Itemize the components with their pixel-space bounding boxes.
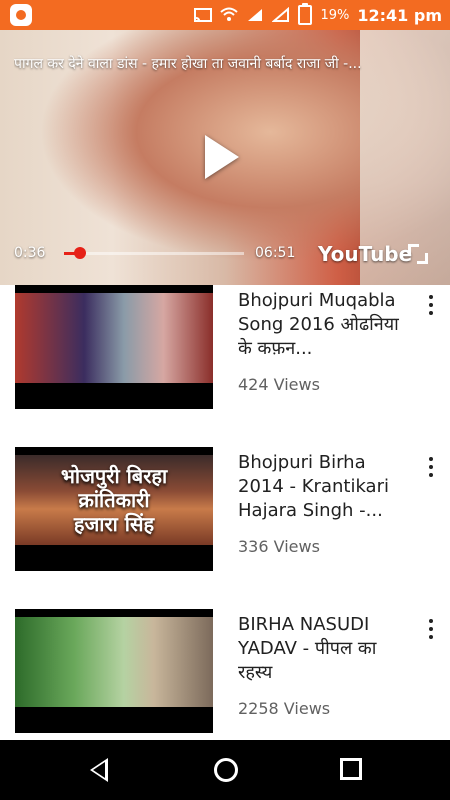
more-options-icon[interactable] bbox=[428, 295, 434, 315]
status-bar: 19% 12:41 pm bbox=[0, 0, 450, 30]
battery-percent: 19% bbox=[320, 7, 350, 23]
cast-icon bbox=[194, 7, 213, 23]
fullscreen-icon[interactable] bbox=[408, 244, 428, 264]
thumbnail-text: क्रांतिकारी bbox=[78, 488, 150, 512]
video-thumbnail[interactable] bbox=[15, 609, 213, 733]
navigation-bar bbox=[0, 740, 450, 800]
seek-thumb[interactable] bbox=[73, 247, 86, 259]
thumbnail-image bbox=[15, 617, 213, 707]
thumbnail-text: भोजपुरी बिरहा bbox=[60, 464, 168, 488]
video-player[interactable]: पागल कर देने वाला डांस - हमार होखा ता जव… bbox=[0, 30, 450, 285]
video-item-title[interactable]: Bhojpuri Birha 2014 - Krantikari Hajara … bbox=[238, 451, 416, 523]
status-time: 12:41 pm bbox=[357, 5, 442, 25]
list-item[interactable]: Bhojpuri Muqabla Song 2016 ओढनिया के कफ़… bbox=[0, 285, 450, 447]
video-meta: Bhojpuri Birha 2014 - Krantikari Hajara … bbox=[238, 451, 416, 556]
seek-bar[interactable] bbox=[64, 247, 244, 259]
thumbnail-image: भोजपुरी बिरहा क्रांतिकारी हजारा सिंह bbox=[15, 455, 213, 545]
duration: 06:51 bbox=[255, 245, 296, 261]
video-meta: Bhojpuri Muqabla Song 2016 ओढनिया के कफ़… bbox=[238, 289, 416, 394]
home-icon[interactable] bbox=[214, 758, 238, 782]
play-icon[interactable] bbox=[205, 135, 239, 179]
wifi-icon bbox=[220, 7, 239, 23]
video-item-title[interactable]: Bhojpuri Muqabla Song 2016 ओढनिया के कफ़… bbox=[238, 289, 416, 361]
video-list: Bhojpuri Muqabla Song 2016 ओढनिया के कफ़… bbox=[0, 285, 450, 771]
video-title: पागल कर देने वाला डांस - हमार होखा ता जव… bbox=[14, 56, 362, 72]
video-thumbnail[interactable]: भोजपुरी बिरहा क्रांतिकारी हजारा सिंह bbox=[15, 447, 213, 571]
recents-icon[interactable] bbox=[340, 758, 362, 780]
signal-empty-icon bbox=[271, 6, 290, 23]
thumbnail-image bbox=[15, 293, 213, 383]
video-views: 424 Views bbox=[238, 374, 320, 394]
more-options-icon[interactable] bbox=[428, 619, 434, 639]
video-views: 336 Views bbox=[238, 536, 320, 556]
list-item[interactable]: भोजपुरी बिरहा क्रांतिकारी हजारा सिंह Bho… bbox=[0, 447, 450, 609]
video-item-title[interactable]: BIRHA NASUDI YADAV - पीपल का रहस्य bbox=[238, 613, 416, 685]
video-views: 2258 Views bbox=[238, 698, 331, 718]
more-options-icon[interactable] bbox=[428, 457, 434, 477]
battery-icon bbox=[298, 3, 313, 25]
status-icons: 19% 12:41 pm bbox=[194, 0, 442, 30]
youtube-logo[interactable]: YouTube bbox=[318, 242, 412, 266]
app-icon bbox=[10, 4, 32, 26]
video-meta: BIRHA NASUDI YADAV - पीपल का रहस्य 2258 … bbox=[238, 613, 416, 718]
back-icon[interactable] bbox=[90, 758, 108, 782]
current-time: 0:36 bbox=[14, 245, 46, 261]
thumbnail-text: हजारा सिंह bbox=[73, 512, 155, 536]
video-thumbnail[interactable] bbox=[15, 285, 213, 409]
signal-icon bbox=[246, 7, 264, 23]
